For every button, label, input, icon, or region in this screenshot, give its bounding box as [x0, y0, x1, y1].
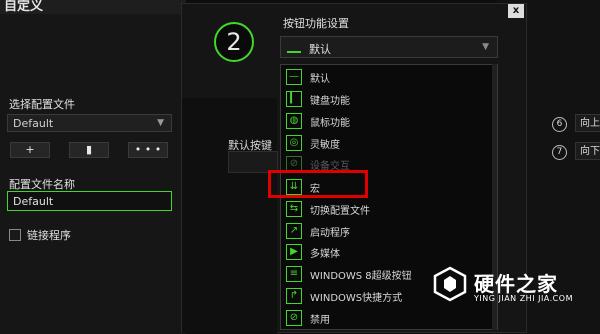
watermark-logo-icon	[433, 266, 467, 302]
function-select-value: 默认	[309, 43, 331, 56]
default-line-icon	[287, 41, 301, 53]
button-7-indicator: 7	[552, 145, 567, 160]
dialog-left-area	[182, 98, 277, 333]
profile-dropdown[interactable]: Default ▼	[7, 114, 172, 132]
disable-icon: ⊘	[286, 310, 302, 326]
menu-item-label: 鼠标功能	[310, 118, 350, 129]
delete-profile-button[interactable]: ▮	[69, 142, 109, 158]
button-6-indicator: 6	[552, 117, 567, 132]
menu-item-label: 切换配置文件	[310, 206, 370, 217]
menu-item-label: 多媒体	[310, 249, 340, 260]
windows-shortcut-icon: ↱	[286, 288, 302, 304]
multimedia-icon: ▶	[286, 244, 302, 260]
menu-item-multimedia[interactable]: ▶ 多媒体	[281, 242, 497, 262]
scroll-up-button[interactable]: 向上	[575, 114, 600, 132]
switch-profile-icon: ⇆	[286, 201, 302, 217]
profile-name-field[interactable]: Default	[7, 191, 172, 211]
menu-item-launch-program[interactable]: ↗ 启动程序	[281, 221, 497, 241]
profile-value: Default	[13, 117, 54, 130]
sensitivity-icon: ◎	[286, 135, 302, 151]
menu-item-label: 禁用	[310, 315, 330, 326]
macro-highlight-box	[268, 170, 368, 198]
menu-item-label: 启动程序	[310, 228, 350, 239]
launch-program-icon: ↗	[286, 223, 302, 239]
menu-item-label: 默认	[310, 74, 330, 85]
menu-item-switch-profile[interactable]: ⇆ 切换配置文件	[281, 199, 497, 219]
menu-item-label: 灵敏度	[310, 140, 340, 151]
button-number-badge: 2	[214, 22, 254, 62]
menu-item-label: 键盘功能	[310, 96, 350, 107]
scroll-down-button[interactable]: 向下	[575, 142, 600, 160]
menu-item-mouse[interactable]: ◍ 鼠标功能	[281, 111, 497, 131]
link-program-checkbox[interactable]	[9, 229, 21, 241]
windows8-charms-icon: ≡	[286, 266, 302, 282]
keyboard-icon: ▎	[286, 91, 302, 107]
function-select[interactable]: 默认 ▼	[280, 36, 498, 58]
chevron-down-icon: ▼	[157, 118, 164, 128]
watermark-subtitle: YING JIAN ZHI JIA.COM	[474, 294, 573, 303]
menu-item-label: WINDOWS快捷方式	[310, 293, 403, 304]
menu-item-disable[interactable]: ⊘ 禁用	[281, 308, 497, 328]
menu-item-label: WINDOWS 8超级按钮	[310, 271, 412, 282]
left-panel	[0, 0, 186, 334]
menu-item-default[interactable]: — 默认	[281, 67, 497, 87]
link-program-label: 链接程序	[27, 229, 71, 242]
chevron-down-icon: ▼	[482, 42, 489, 52]
mouse-icon: ◍	[286, 113, 302, 129]
profile-name-value: Default	[13, 195, 54, 208]
dialog-title: 按钮功能设置	[283, 17, 349, 30]
watermark-title: 硬件之家	[474, 272, 558, 296]
menu-item-sensitivity[interactable]: ◎ 灵敏度	[281, 133, 497, 153]
close-button[interactable]: x	[508, 4, 524, 18]
profile-label: 选择配置文件	[9, 98, 75, 111]
page-title: 自定义	[4, 0, 44, 14]
profile-name-label: 配置文件名称	[9, 178, 75, 191]
default-line-icon: —	[286, 69, 302, 85]
more-options-button[interactable]: • • •	[128, 142, 168, 158]
add-profile-button[interactable]: +	[10, 142, 50, 158]
menu-item-keyboard[interactable]: ▎ 键盘功能	[281, 89, 497, 109]
